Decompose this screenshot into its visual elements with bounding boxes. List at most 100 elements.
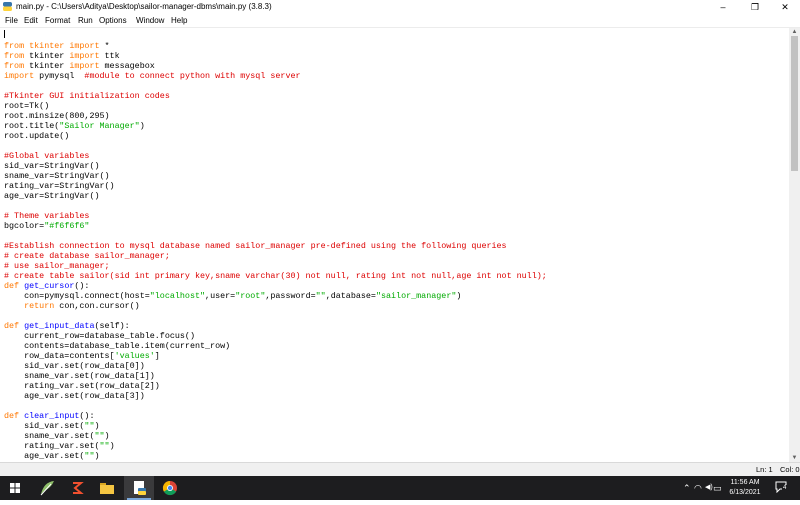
taskbar-app-git[interactable] (62, 476, 92, 500)
code-token: ) (456, 291, 462, 301)
code-token: (self): (94, 321, 130, 331)
code-token: "" (99, 441, 110, 451)
tray-overflow-icon[interactable]: ⌃ (683, 483, 691, 493)
code-line: # create database sailor_manager; (4, 251, 170, 261)
code-token: ] (154, 351, 160, 361)
code-token: age_var.set(row_data[3]) (4, 391, 145, 401)
code-token: messagebox (99, 61, 155, 71)
code-token: bgcolor= (4, 221, 45, 231)
code-token: row_data=contents[ (4, 351, 115, 361)
taskbar-app-chrome[interactable] (155, 476, 185, 500)
code-token: #Global variables (4, 151, 90, 161)
clock-date: 6/13/2021 (729, 489, 761, 496)
taskbar: ⌃ ◠ ◀) ▭ 11:56 AM 6/13/2021 4 (0, 476, 800, 500)
code-token: sname_var=StringVar() (4, 171, 110, 181)
code-token: con=pymysql.connect(host= (4, 291, 150, 301)
menu-file[interactable]: File (5, 14, 18, 27)
text-cursor (4, 30, 5, 38)
code-token: ,user= (205, 291, 236, 301)
code-token: #Tkinter GUI initialization codes (4, 91, 170, 101)
code-token: "sailor_manager" (375, 291, 457, 301)
taskbar-app-idle[interactable] (124, 476, 154, 500)
chrome-icon (162, 480, 177, 496)
scroll-up-icon[interactable]: ▲ (789, 28, 800, 36)
title-bar: main.py - C:\Users\Aditya\Desktop\sailor… (0, 0, 800, 14)
clock-time: 11:56 AM (730, 479, 760, 486)
code-token: age_var.set( (4, 451, 85, 461)
code-token: "" (315, 291, 326, 301)
start-button[interactable] (0, 476, 30, 500)
menu-run[interactable]: Run (78, 14, 93, 27)
code-token: #Establish connection to mysql database … (4, 241, 507, 251)
code-token: "" (84, 421, 95, 431)
code-line: # Theme variables (4, 211, 89, 221)
menu-format[interactable]: Format (45, 14, 70, 27)
code-token: 'values' (114, 351, 155, 361)
menu-options[interactable]: Options (99, 14, 127, 27)
taskbar-app-file-explorer[interactable] (92, 476, 122, 500)
code-line: age_var.set("") (4, 451, 99, 461)
code-token: clear_input (24, 411, 80, 421)
code-token: ,database= (325, 291, 376, 301)
code-line: # create table sailor(sid int primary ke… (4, 271, 547, 281)
maximize-button[interactable]: ❐ (740, 0, 770, 14)
taskbar-clock[interactable]: 11:56 AM 6/13/2021 (722, 478, 768, 498)
code-line: rating_var.set(row_data[2]) (4, 381, 160, 391)
code-line: from tkinter import * (4, 41, 110, 51)
notifications-button[interactable]: 4 (775, 481, 788, 493)
code-token: "root" (235, 291, 266, 301)
code-token: # use sailor_manager; (4, 261, 110, 271)
code-line: age_var=StringVar() (4, 191, 100, 201)
code-line: import pymysql #module to connect python… (4, 71, 301, 81)
code-line: contents=database_table.item(current_row… (4, 341, 230, 351)
language-icon[interactable]: ▭ (713, 483, 722, 493)
vertical-scrollbar[interactable]: ▲ ▼ (789, 28, 800, 462)
code-line: sname_var=StringVar() (4, 171, 110, 181)
code-token: "Sailor Manager" (59, 121, 140, 131)
windows-logo-icon (10, 483, 20, 493)
code-token: "" (94, 431, 105, 441)
code-line: root=Tk() (4, 101, 49, 111)
code-token: sname_var.set(row_data[1]) (4, 371, 155, 381)
code-token: def (4, 321, 20, 331)
menu-edit[interactable]: Edit (24, 14, 38, 27)
wifi-icon[interactable]: ◠ (694, 483, 702, 493)
code-line: con=pymysql.connect(host="localhost",use… (4, 291, 461, 301)
code-line: sid_var.set("") (4, 421, 99, 431)
code-line: # use sailor_manager; (4, 261, 110, 271)
python-idle-icon (3, 2, 12, 11)
code-token: * (99, 41, 110, 51)
code-token: tkinter (24, 51, 70, 61)
menu-window[interactable]: Window (136, 14, 164, 27)
notification-count: 4 (782, 485, 788, 492)
code-line: def get_input_data(self): (4, 321, 130, 331)
code-token: pymysql (34, 71, 85, 81)
code-token: sid_var.set(row_data[0]) (4, 361, 145, 371)
code-token: from tkinter (4, 41, 70, 51)
menu-help[interactable]: Help (171, 14, 187, 27)
code-token: from (4, 51, 25, 61)
volume-icon[interactable]: ◀) (705, 483, 713, 493)
code-line: current_row=database_table.focus() (4, 331, 195, 341)
code-token: #module to connect python with mysql ser… (84, 71, 301, 81)
minimize-button[interactable]: – (708, 0, 738, 14)
code-token: ) (109, 441, 115, 451)
code-token: (): (79, 411, 95, 421)
code-editor[interactable]: from tkinter import * from tkinter import… (0, 28, 789, 462)
code-token: get_input_data (24, 321, 95, 331)
taskbar-app-feather[interactable] (32, 476, 62, 500)
code-line: from tkinter import messagebox (4, 61, 155, 71)
close-button[interactable]: ✕ (770, 0, 800, 14)
code-token: "#f6f6f6" (44, 221, 90, 231)
code-line: def clear_input(): (4, 411, 94, 421)
git-app-icon (73, 482, 84, 494)
code-token: age_var=StringVar() (4, 191, 100, 201)
scroll-thumb[interactable] (791, 36, 798, 171)
code-line: sid_var=StringVar() (4, 161, 100, 171)
scroll-down-icon[interactable]: ▼ (789, 454, 800, 462)
code-token: rating_var=StringVar() (4, 181, 115, 191)
code-token: import (69, 51, 100, 61)
code-line: def get_cursor(): (4, 281, 89, 291)
code-line: sname_var.set(row_data[1]) (4, 371, 155, 381)
